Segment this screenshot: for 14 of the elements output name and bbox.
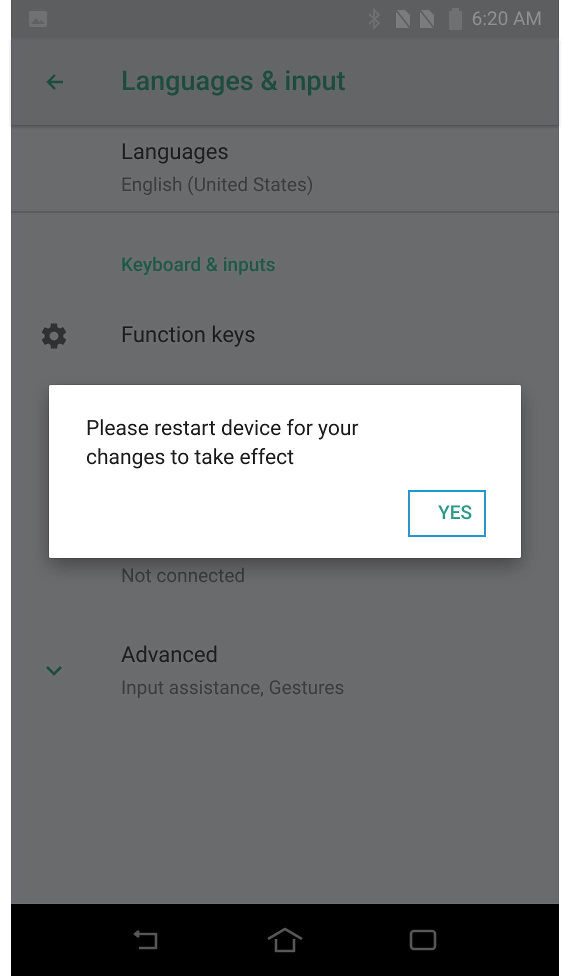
home-icon[interactable] xyxy=(266,927,304,953)
section-header: Keyboard & inputs xyxy=(120,252,276,278)
toolbar-title: Languages & input xyxy=(121,64,346,100)
chevron-down-icon[interactable] xyxy=(44,664,64,678)
gear-icon xyxy=(39,320,69,350)
recents-icon[interactable] xyxy=(408,929,437,951)
item-title: Function keys xyxy=(121,322,256,350)
item-title: Advanced xyxy=(121,642,219,670)
settings-item[interactable]: Function keys xyxy=(11,294,559,378)
dialog-message: Please restart device for your changes to take effect xyxy=(86,416,360,472)
no-sim-icon xyxy=(418,9,435,29)
item-title: Languages xyxy=(121,139,230,167)
no-sim-icon xyxy=(394,9,411,29)
yes-button[interactable]: YES xyxy=(408,490,486,537)
